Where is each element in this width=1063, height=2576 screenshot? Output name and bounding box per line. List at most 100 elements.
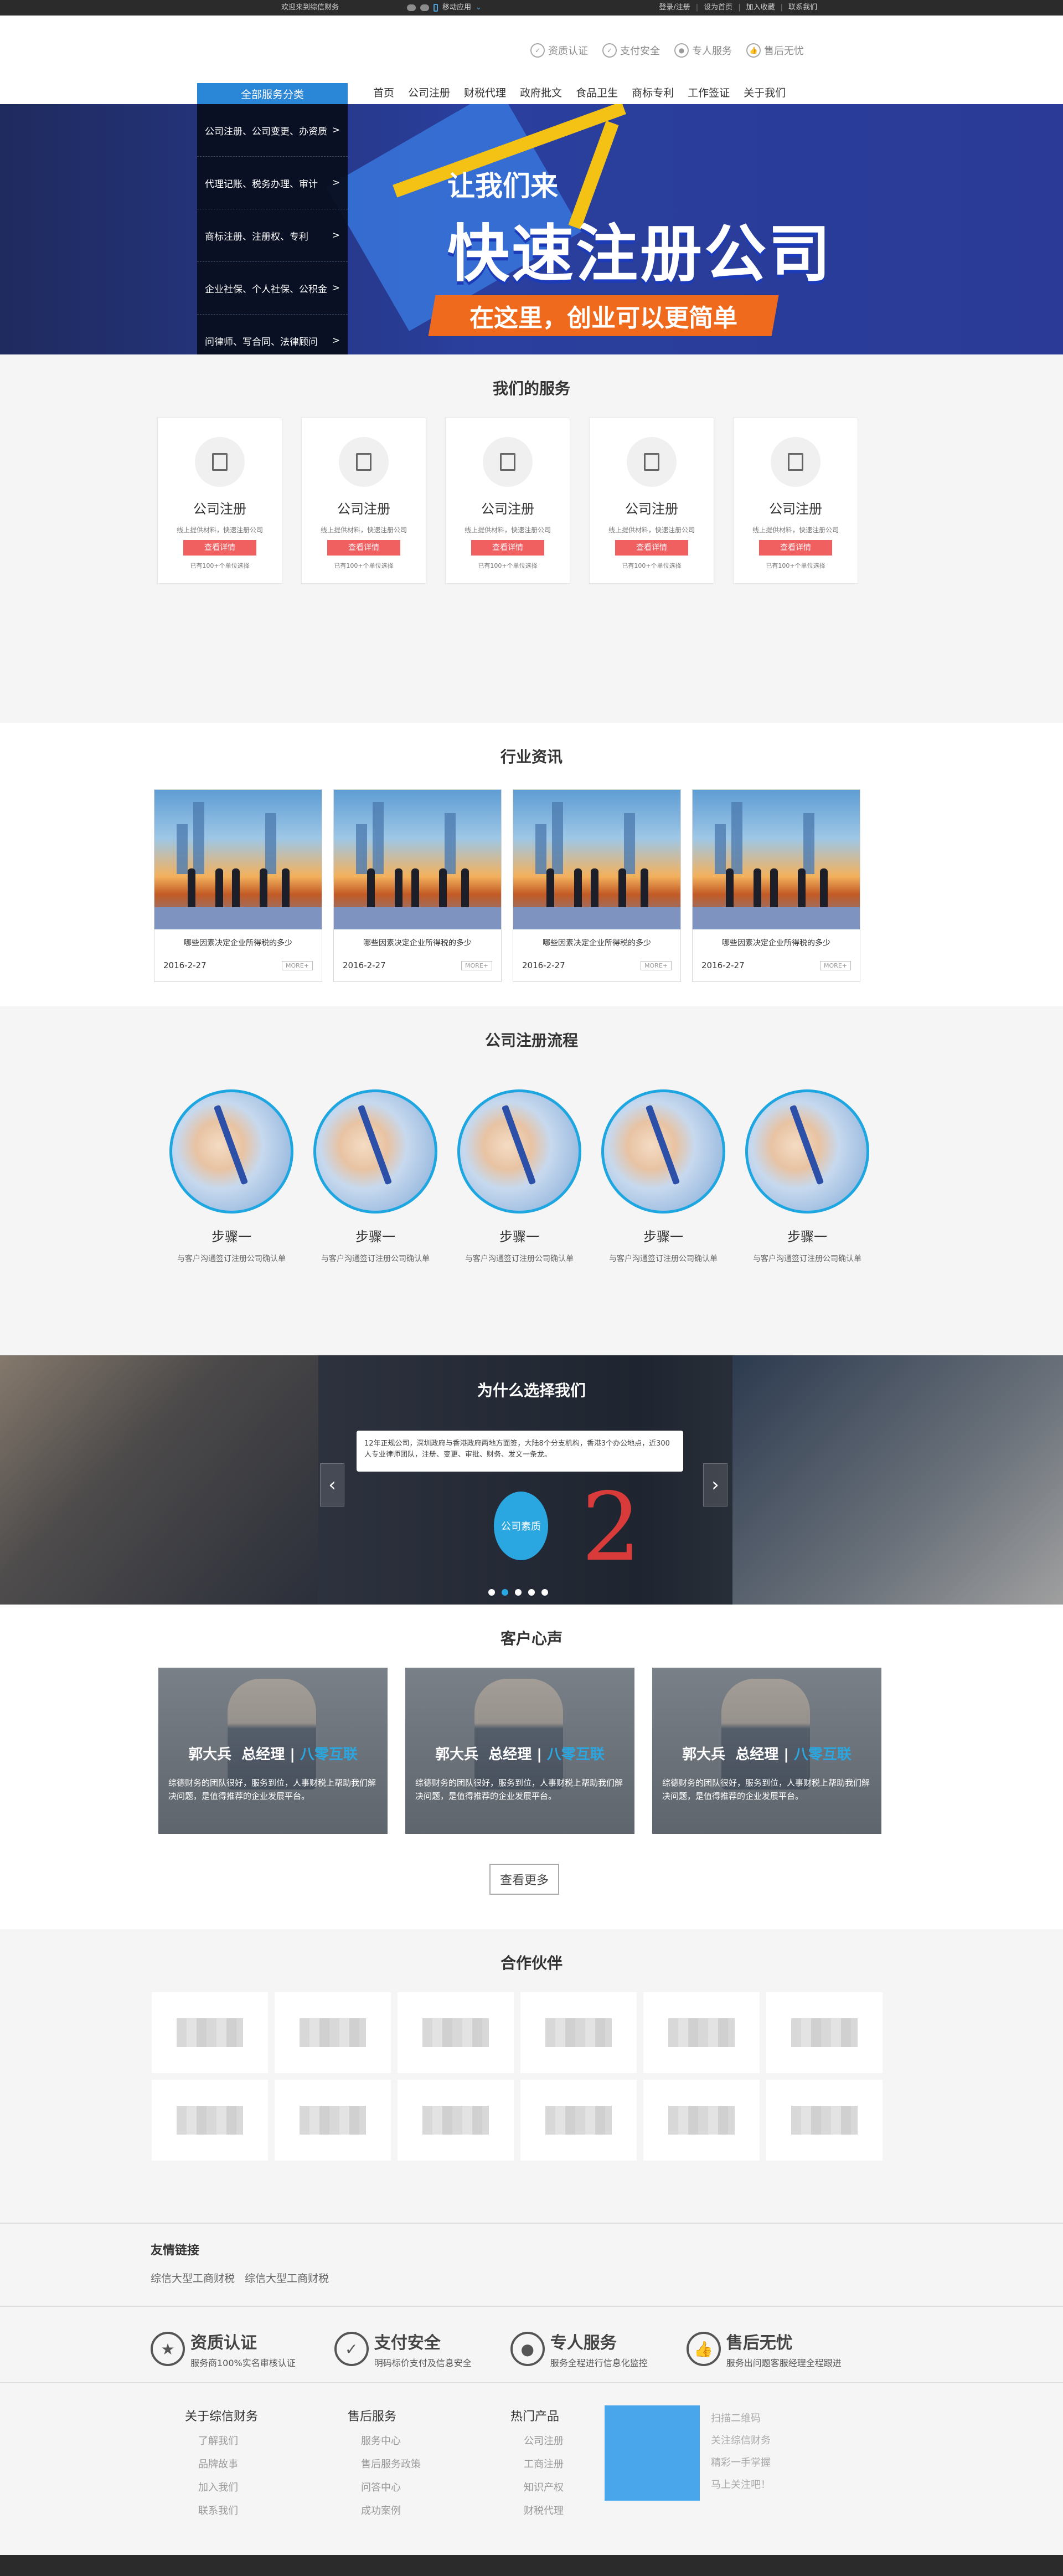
- more-button[interactable]: MORE+: [282, 960, 313, 970]
- partner-logo[interactable]: [152, 2080, 268, 2161]
- footer-link[interactable]: 财税代理: [510, 2503, 673, 2517]
- partner-logo[interactable]: [520, 1992, 637, 2073]
- category-item[interactable]: 商标注册、注册权、专利 >: [197, 209, 348, 262]
- footer-link[interactable]: 成功案例: [348, 2503, 510, 2517]
- carousel-dot[interactable]: [488, 1589, 495, 1596]
- category-item[interactable]: 问律师、写合同、法律顾问 >: [197, 315, 348, 354]
- nav-work-visa[interactable]: 工作签证: [688, 85, 730, 100]
- nav-home[interactable]: 首页: [373, 85, 394, 100]
- handshake-image: [601, 1089, 725, 1214]
- carousel-dot[interactable]: [528, 1589, 535, 1596]
- footer-link[interactable]: 了解我们: [185, 2433, 348, 2448]
- testimonials-section: 客户心声 郭大兵 总经理 | 八零互联 综德财务的团队很好，服务到位，人事财税上帮…: [0, 1605, 1063, 1929]
- partner-grid: [152, 1992, 883, 2161]
- view-more-button[interactable]: 查看更多: [489, 1864, 559, 1895]
- carousel-dots: [488, 1589, 548, 1596]
- nav-trademark-patent[interactable]: 商标专利: [632, 85, 674, 100]
- partner-logo[interactable]: [643, 1992, 760, 2073]
- carousel-dot[interactable]: [541, 1589, 548, 1596]
- friend-links-title: 友情链接: [151, 2244, 200, 2258]
- guarantee-bar: ★ 资质认证 服务商100%实名审核认证 ✓ 支付安全 明码标价支付及信息安全 ● 专人服…: [0, 2306, 1063, 2383]
- partner-logo-image: [791, 2018, 858, 2047]
- login-register-link[interactable]: 登录/注册: [659, 0, 690, 16]
- partner-logo-image: [791, 2106, 858, 2135]
- friend-link[interactable]: 综信大型工商财税: [151, 2270, 235, 2285]
- partner-logo-image: [177, 2018, 243, 2047]
- wechat-icon[interactable]: [420, 4, 429, 11]
- news-card[interactable]: 哪些因素决定企业所得税的多少 2016-2-27 MORE+: [692, 789, 860, 982]
- footer-link[interactable]: 品牌故事: [185, 2456, 348, 2471]
- carousel-prev-button[interactable]: ‹: [320, 1463, 344, 1506]
- person-icon: ●: [674, 43, 689, 58]
- service-card: 公司注册 线上提供材料，快速注册公司 查看详情 已有100+个单位选择: [301, 418, 426, 584]
- footer-link[interactable]: 售后服务政策: [348, 2456, 510, 2471]
- building-icon: [339, 437, 389, 487]
- view-details-button[interactable]: 查看详情: [615, 540, 688, 556]
- mobile-app-link[interactable]: 移动应用: [442, 0, 471, 16]
- carousel-dot[interactable]: [515, 1589, 522, 1596]
- nav-about-us[interactable]: 关于我们: [744, 85, 786, 100]
- partner-logo[interactable]: [643, 2080, 760, 2161]
- partner-logo-image: [300, 2018, 366, 2047]
- nav-gov-approval[interactable]: 政府批文: [520, 85, 562, 100]
- partner-logo[interactable]: [152, 1992, 268, 2073]
- more-button[interactable]: MORE+: [820, 960, 851, 970]
- news-card[interactable]: 哪些因素决定企业所得税的多少 2016-2-27 MORE+: [513, 789, 681, 982]
- partner-logo[interactable]: [398, 2080, 514, 2161]
- nav-company-registration[interactable]: 公司注册: [408, 85, 450, 100]
- hero-banner[interactable]: 让我们来 快速注册公司 在这里，创业可以更简单 公司注册、公司变更、办资质 > 代…: [0, 104, 1063, 354]
- news-title[interactable]: 哪些因素决定企业所得税的多少: [154, 937, 322, 948]
- partner-logo[interactable]: [398, 1992, 514, 2073]
- partner-logo[interactable]: [275, 2080, 391, 2161]
- news-title[interactable]: 哪些因素决定企业所得税的多少: [334, 937, 501, 948]
- view-details-button[interactable]: 查看详情: [183, 540, 256, 556]
- nav-tax-agency[interactable]: 财税代理: [464, 85, 506, 100]
- handshake-image: [169, 1089, 293, 1214]
- more-button[interactable]: MORE+: [641, 960, 672, 970]
- footer-link[interactable]: 服务中心: [348, 2433, 510, 2448]
- footer-link[interactable]: 联系我们: [185, 2503, 348, 2517]
- nav-food-hygiene[interactable]: 食品卫生: [576, 85, 618, 100]
- set-homepage-link[interactable]: 设为首页: [704, 0, 732, 16]
- news-title[interactable]: 哪些因素决定企业所得税的多少: [513, 937, 680, 948]
- partner-logo[interactable]: [275, 1992, 391, 2073]
- all-categories-button[interactable]: 全部服务分类: [197, 83, 348, 104]
- news-card[interactable]: 哪些因素决定企业所得税的多少 2016-2-27 MORE+: [333, 789, 502, 982]
- partners-section: 合作伙伴: [0, 1929, 1063, 2223]
- view-details-button[interactable]: 查看详情: [759, 540, 832, 556]
- chevron-right-icon: >: [332, 335, 340, 346]
- add-favorite-link[interactable]: 加入收藏: [746, 0, 775, 16]
- badge-payment: ✓ 支付安全: [602, 43, 660, 58]
- partner-logo[interactable]: [766, 2080, 883, 2161]
- view-details-button[interactable]: 查看详情: [327, 540, 400, 556]
- view-details-button[interactable]: 查看详情: [471, 540, 544, 556]
- contact-us-link[interactable]: 联系我们: [788, 0, 817, 16]
- news-title[interactable]: 哪些因素决定企业所得税的多少: [693, 937, 860, 948]
- footer-column: 售后服务 服务中心 售后服务政策 问答中心 成功案例: [348, 2407, 510, 2517]
- section-title: 客户心声: [500, 1629, 563, 1648]
- category-item[interactable]: 代理记账、税务办理、审计 >: [197, 157, 348, 209]
- welcome-text: 欢迎来到综信财务: [281, 3, 339, 12]
- process-step: 步骤一 与客户沟通签订注册公司确认单: [457, 1089, 581, 1264]
- chevron-right-icon: >: [332, 177, 340, 188]
- carousel-dot[interactable]: [502, 1589, 508, 1596]
- carousel-next-button[interactable]: ›: [703, 1463, 727, 1506]
- partner-logo[interactable]: [520, 2080, 637, 2161]
- certificate-icon: ★: [151, 2332, 185, 2366]
- weibo-icon[interactable]: [407, 4, 416, 11]
- footer-link[interactable]: 加入我们: [185, 2480, 348, 2494]
- category-item[interactable]: 公司注册、公司变更、办资质 >: [197, 104, 348, 157]
- process-section: 公司注册流程 步骤一 与客户沟通签订注册公司确认单 步骤一 与客户沟通签订注册公司确…: [0, 1006, 1063, 1355]
- news-card[interactable]: 哪些因素决定企业所得税的多少 2016-2-27 MORE+: [154, 789, 322, 982]
- friend-link[interactable]: 综信大型工商财税: [245, 2270, 329, 2285]
- footer-link[interactable]: 问答中心: [348, 2480, 510, 2494]
- category-item[interactable]: 企业社保、个人社保、公积金 >: [197, 262, 348, 315]
- testimonial-card: 郭大兵 总经理 | 八零互联 综德财务的团队很好，服务到位，人事财税上帮助我们解决…: [652, 1668, 881, 1834]
- service-card: 公司注册 线上提供材料，快速注册公司 查看详情 已有100+个单位选择: [589, 418, 714, 584]
- qr-caption: 扫描二维码 关注综信财务 精彩一手掌握 马上关注吧！: [711, 2413, 771, 2491]
- thumbs-up-icon: 👍: [686, 2332, 721, 2366]
- more-button[interactable]: MORE+: [461, 960, 492, 970]
- building-icon: [195, 437, 245, 487]
- partner-logo[interactable]: [766, 1992, 883, 2073]
- guarantee-item: ● 专人服务 服务全程进行信息化监控: [510, 2329, 648, 2369]
